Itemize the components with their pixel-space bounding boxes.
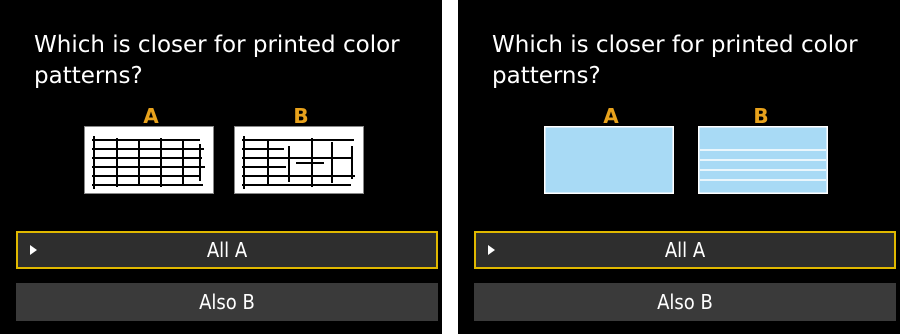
- pattern-a-image: [544, 126, 674, 194]
- menu-option-label: Also B: [199, 290, 255, 314]
- option-a-label: A: [143, 104, 159, 128]
- menu-option-all-a[interactable]: All A: [474, 231, 896, 269]
- pattern-a-image: [84, 126, 214, 194]
- option-b-label: B: [753, 104, 769, 128]
- menu-option-also-b[interactable]: Also B: [474, 283, 896, 321]
- menu-option-all-a[interactable]: All A: [16, 231, 438, 269]
- menu-option-label: All A: [206, 238, 248, 262]
- printer-screen-solid-pattern: Which is closer for printed color patter…: [458, 0, 900, 334]
- question-text: Which is closer for printed color patter…: [492, 32, 858, 89]
- pattern-b-image: [234, 126, 364, 194]
- question-text: Which is closer for printed color patter…: [34, 32, 400, 89]
- triangle-right-icon: [488, 245, 495, 255]
- pattern-b-image: [698, 126, 828, 194]
- triangle-right-icon: [30, 245, 37, 255]
- printer-screen-grid-pattern: Which is closer for printed color patter…: [0, 0, 442, 334]
- menu-option-label: All A: [664, 238, 706, 262]
- option-b-label: B: [293, 104, 309, 128]
- option-a-label: A: [603, 104, 619, 128]
- menu-option-also-b[interactable]: Also B: [16, 283, 438, 321]
- menu-option-label: Also B: [657, 290, 713, 314]
